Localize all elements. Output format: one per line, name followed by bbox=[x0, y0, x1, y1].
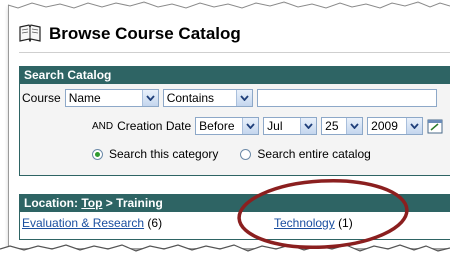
category-count: (1) bbox=[338, 216, 353, 230]
location-label: Location: bbox=[24, 196, 78, 210]
location-breadcrumb: Location: Top > Training bbox=[20, 195, 450, 212]
search-entire-catalog-label[interactable]: Search entire catalog bbox=[257, 147, 370, 161]
search-catalog-panel: Search Catalog Course Name Contains AND … bbox=[19, 66, 450, 176]
radio-selected-dot bbox=[95, 151, 100, 157]
category-link-technology[interactable]: Technology bbox=[274, 216, 335, 230]
creation-date-row: AND Creation Date Before Jul 25 2009 bbox=[20, 117, 450, 135]
category-list: Evaluation & Research (6) Technology (1) bbox=[22, 216, 450, 232]
operator-select-value: Contains bbox=[166, 91, 215, 105]
chevron-down-icon bbox=[300, 118, 317, 134]
page-title: Browse Course Catalog bbox=[49, 24, 241, 43]
search-catalog-heading: Search Catalog bbox=[20, 67, 450, 84]
date-operator-select[interactable]: Before bbox=[195, 117, 260, 135]
year-value: 2009 bbox=[371, 119, 398, 133]
date-operator-value: Before bbox=[199, 119, 235, 133]
chevron-down-icon bbox=[235, 90, 252, 106]
page-header: Browse Course Catalog bbox=[19, 22, 241, 46]
creation-date-label: Creation Date bbox=[117, 119, 192, 133]
field-select[interactable]: Name bbox=[64, 89, 159, 107]
chevron-down-icon bbox=[406, 118, 423, 134]
search-category-radio[interactable] bbox=[92, 148, 103, 160]
breadcrumb-separator: > bbox=[105, 196, 113, 210]
chevron-down-icon bbox=[242, 118, 259, 134]
category-item: Evaluation & Research (6) bbox=[22, 216, 162, 230]
operator-select[interactable]: Contains bbox=[162, 89, 253, 107]
search-input[interactable] bbox=[256, 89, 437, 107]
calendar-icon[interactable] bbox=[427, 118, 443, 134]
month-select[interactable]: Jul bbox=[263, 117, 318, 135]
course-label: Course bbox=[22, 91, 61, 105]
category-count: (6) bbox=[147, 216, 163, 230]
breadcrumb-top-link[interactable]: Top bbox=[81, 196, 102, 210]
category-item: Technology (1) bbox=[274, 216, 353, 230]
chevron-down-icon bbox=[141, 90, 158, 106]
and-label: AND bbox=[92, 120, 114, 132]
search-entire-catalog-radio[interactable] bbox=[240, 148, 252, 160]
screenshot-frame: Browse Course Catalog Search Catalog Cou… bbox=[8, 4, 450, 248]
search-category-label[interactable]: Search this category bbox=[109, 147, 218, 161]
course-search-row: Course Name Contains bbox=[20, 89, 450, 107]
breadcrumb-current: Training bbox=[116, 196, 163, 210]
year-select[interactable]: 2009 bbox=[367, 117, 424, 135]
chevron-down-icon bbox=[346, 118, 363, 134]
day-select[interactable]: 25 bbox=[321, 117, 364, 135]
day-value: 25 bbox=[325, 119, 339, 133]
field-select-value: Name bbox=[68, 91, 101, 105]
category-link-evaluation-research[interactable]: Evaluation & Research bbox=[22, 216, 144, 230]
book-icon bbox=[19, 23, 41, 45]
search-scope-row: Search this category Search entire catal… bbox=[20, 147, 450, 161]
month-value: Jul bbox=[267, 119, 283, 133]
location-panel: Location: Top > Training Evaluation & Re… bbox=[19, 194, 450, 240]
header-divider bbox=[19, 52, 450, 53]
